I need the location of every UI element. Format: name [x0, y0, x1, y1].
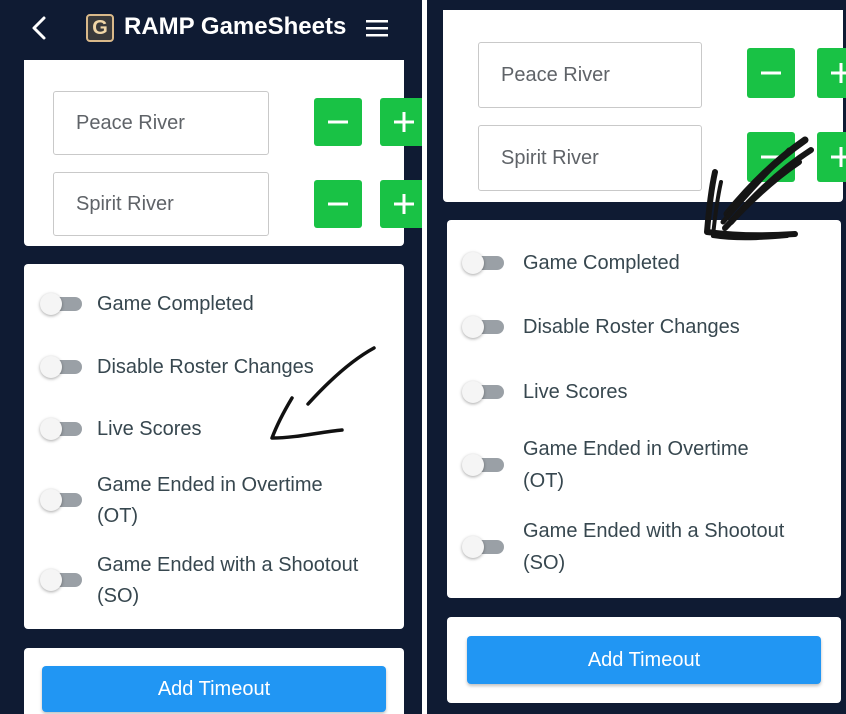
arrow-annotation	[704, 136, 814, 241]
right-screenshot: Peace River Spirit River Game Completed …	[427, 0, 846, 714]
add-timeout-button[interactable]: Add Timeout	[467, 636, 821, 684]
left-screenshot: G RAMP GameSheets Peace River Spirit Riv…	[0, 0, 422, 714]
add-timeout-button[interactable]: Add Timeout	[42, 666, 386, 712]
arrow-annotation	[270, 346, 376, 440]
